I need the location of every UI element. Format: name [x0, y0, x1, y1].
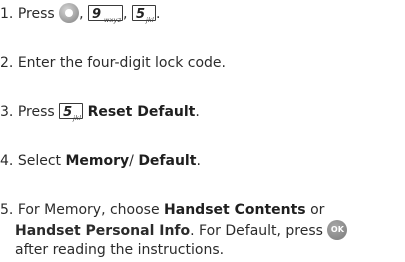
ok-key-icon: OK	[327, 220, 348, 240]
step-4: 4. Select Memory/ Default.	[0, 152, 201, 171]
step-text: or	[310, 202, 325, 218]
step-text: . For Default, press	[190, 223, 323, 239]
slash: /	[129, 153, 134, 169]
separator: ,	[123, 6, 128, 22]
period: .	[195, 104, 200, 120]
step-3: 3. Press 5 jkl Reset Default.	[0, 103, 200, 122]
menu-option: Handset Contents	[164, 202, 306, 218]
step-5-line-3: after reading the instructions.	[15, 241, 224, 260]
step-number: 3.	[0, 104, 14, 120]
key-letters: jkl	[145, 16, 154, 24]
step-text: after reading the instructions.	[15, 242, 225, 258]
ok-label: OK	[330, 225, 344, 234]
key-5-icon: 5 jkl	[59, 103, 84, 122]
step-text: Press	[17, 6, 55, 22]
key-digit: 5	[135, 7, 145, 22]
step-5-line-2: Handset Personal Info. For Default, pres…	[15, 220, 348, 241]
step-2: 2. Enter the four-digit lock code.	[0, 54, 226, 73]
separator: ,	[79, 6, 84, 22]
step-text: Enter the four-digit lock code.	[17, 55, 226, 71]
menu-ok-key-icon	[59, 3, 80, 23]
key-digit: 5	[63, 105, 73, 120]
period: .	[155, 6, 161, 22]
step-number: 4.	[0, 153, 14, 169]
step-5: 5. For Memory, choose Handset Contents o…	[0, 201, 324, 220]
step-number: 5.	[0, 202, 14, 218]
menu-option: Default	[138, 153, 197, 169]
key-letters: jkl	[73, 114, 82, 122]
key-9-icon: 9 wxyz	[88, 5, 124, 24]
step-1: 1. Press , 9 wxyz, 5 jkl.	[0, 3, 161, 24]
menu-option: Reset Default	[87, 104, 196, 120]
key-digit: 9	[92, 7, 102, 22]
step-number: 1.	[0, 6, 14, 22]
step-number: 2.	[0, 55, 14, 71]
step-text: Select	[17, 153, 62, 169]
period: .	[196, 153, 201, 169]
step-text: Press	[17, 104, 55, 120]
step-text: For Memory, choose	[17, 202, 160, 218]
menu-option: Memory	[65, 153, 130, 169]
menu-option: Handset Personal Info	[15, 223, 191, 239]
key-letters: wxyz	[104, 16, 122, 24]
key-5-icon: 5 jkl	[131, 5, 156, 24]
